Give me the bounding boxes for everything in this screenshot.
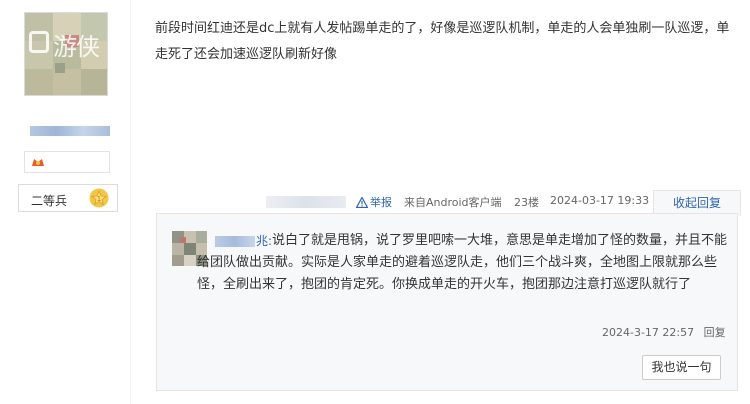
reply-time: 2024-3-17 22:57 — [602, 326, 695, 339]
reply-text: 说白了就是甩锅，说了罗里吧嗦一大堆，意思是单走增加了怪的数量，并且不能给团队做出… — [197, 233, 728, 292]
post-source: 来自Android客户端 — [404, 196, 502, 209]
post-body: 前段时间红迪还是dc上就有人发帖踢单走的了，好像是巡逻队机制，单走的人会单独刷一… — [155, 21, 730, 62]
svg-text:1: 1 — [97, 195, 101, 203]
reply-list: 兆: 说白了就是甩锅，说了罗里吧嗦一大堆，意思是单走增加了怪的数量，并且不能给团… — [156, 213, 738, 391]
report-label[interactable]: 举报 — [370, 194, 392, 210]
reply-meta: 2024-3-17 22:57 回复 — [602, 324, 726, 340]
warning-icon — [356, 196, 368, 208]
avatar-watermark: 游侠 — [53, 33, 100, 61]
star-icon: 1 — [89, 188, 109, 208]
report-link[interactable]: 举报 — [356, 194, 392, 210]
avatar[interactable]: 游侠 — [24, 12, 108, 96]
author-sidebar: 游侠 二等兵 1 — [0, 0, 130, 404]
rank-label: 二等兵 — [31, 194, 68, 208]
reply-link[interactable]: 回复 — [704, 326, 726, 339]
floor-number: 23楼 — [514, 196, 539, 209]
watermark-logo-icon — [29, 31, 49, 53]
blurred-text — [266, 196, 346, 208]
username[interactable] — [30, 126, 110, 136]
post-meta: 举报 来自Android客户端 23楼 2024-03-17 19:33 收起回… — [131, 190, 750, 216]
say-something-button[interactable]: 我也说一句 — [642, 355, 721, 380]
badge-icon — [32, 159, 44, 166]
post-date: 2024-03-17 19:33 — [550, 194, 650, 207]
rank-badge: 二等兵 1 — [18, 184, 118, 212]
user-badge — [24, 151, 110, 173]
